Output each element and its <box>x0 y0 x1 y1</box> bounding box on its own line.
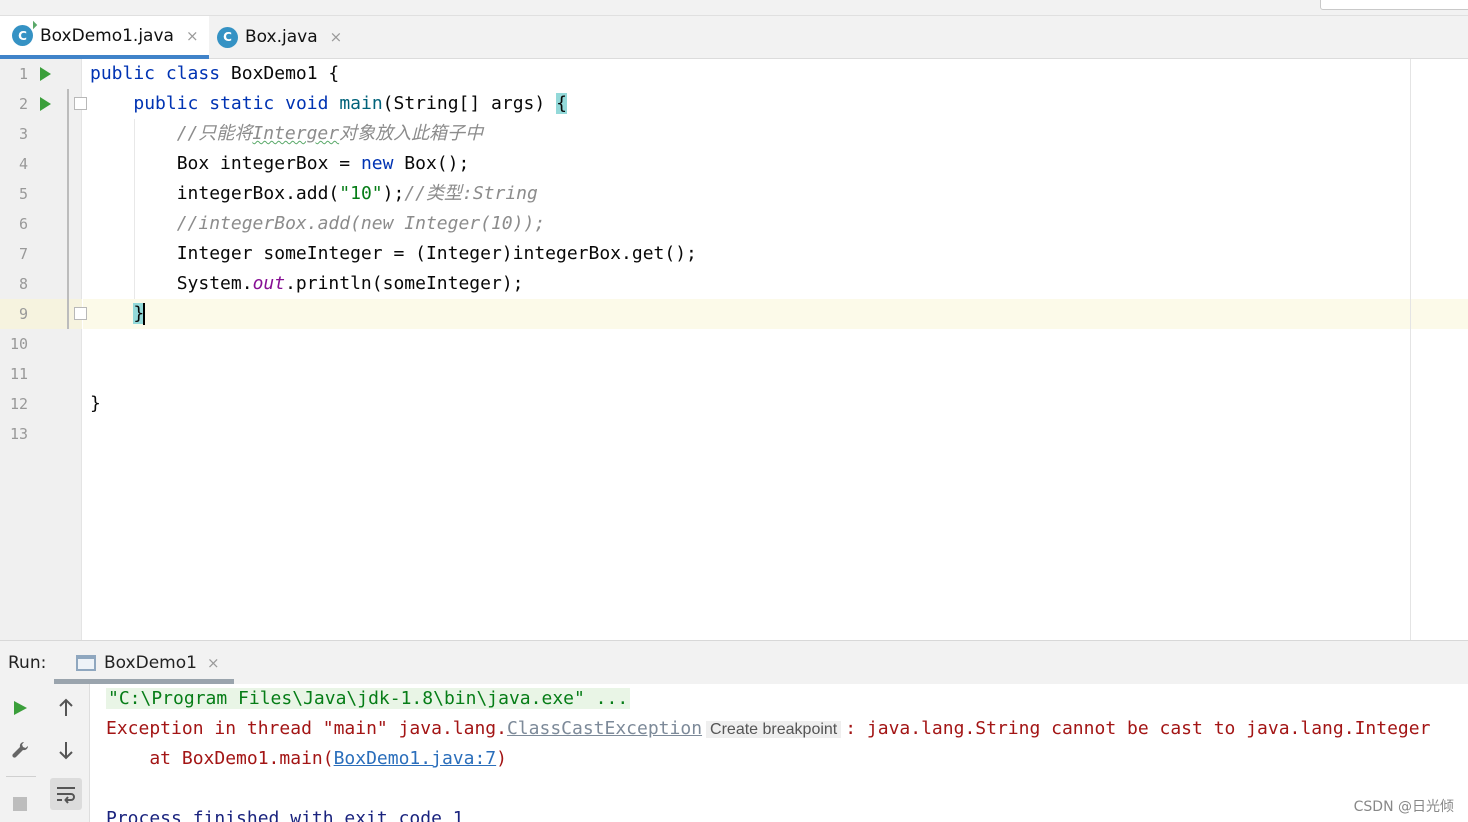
line-number: 12 <box>9 395 28 413</box>
text-caret <box>143 303 146 325</box>
line-number: 13 <box>9 425 28 443</box>
source-location-link[interactable]: BoxDemo1.java:7 <box>334 748 497 769</box>
console-stacktrace-line: at BoxDemo1.main(BoxDemo1.java:7) <box>106 748 507 769</box>
play-icon <box>14 701 27 715</box>
console-exception-line: Exception in thread "main" java.lang.Cla… <box>106 718 1431 739</box>
stop-icon <box>13 797 27 811</box>
fold-end-icon[interactable] <box>74 307 87 320</box>
line-number: 3 <box>18 125 28 143</box>
code-line-2: public static void main(String[] args) { <box>133 93 567 114</box>
run-tab-label: BoxDemo1 <box>104 653 197 673</box>
fold-toggle-icon[interactable] <box>74 97 87 110</box>
code-line-1: public class BoxDemo1 { <box>90 63 340 84</box>
arrow-down-icon <box>59 742 73 760</box>
arrow-up-icon <box>59 698 73 716</box>
scroll-up-button[interactable] <box>52 694 80 722</box>
create-breakpoint-link[interactable]: Create breakpoint <box>706 721 842 738</box>
watermark: CSDN @日光倾 <box>1353 799 1454 815</box>
fold-range-line <box>67 89 69 329</box>
exception-class-link[interactable]: ClassCastException <box>507 718 702 739</box>
line-number: 2 <box>18 95 28 113</box>
run-class-icon[interactable] <box>40 67 51 81</box>
run-toolbar <box>0 684 90 822</box>
run-label: Run: <box>8 653 47 673</box>
run-marker-icon <box>28 20 38 30</box>
line-number: 9 <box>18 305 28 323</box>
console-exit-line: Process finished with exit code 1 <box>106 808 464 822</box>
line-number: 10 <box>9 335 28 353</box>
close-tab-icon[interactable]: × <box>186 27 199 45</box>
close-tab-icon[interactable]: × <box>330 28 343 46</box>
code-line-5: integerBox.add("10");//类型:String <box>176 183 538 204</box>
line-number: 11 <box>9 365 28 383</box>
line-number: 7 <box>18 245 28 263</box>
console-command-line: "C:\Program Files\Java\jdk-1.8\bin\java.… <box>106 688 631 709</box>
typo-highlight: Interger <box>252 123 340 144</box>
right-margin-guide <box>1410 59 1411 640</box>
tab-label: Box.java <box>245 27 318 47</box>
code-editor[interactable]: 1 2 3 4 5 6 7 8 9 10 11 12 13 public cla… <box>0 59 1468 640</box>
editor-gutter: 1 2 3 4 5 6 7 8 9 10 11 12 13 <box>0 59 87 640</box>
matched-brace: { <box>556 93 567 114</box>
soft-wrap-icon <box>57 787 75 804</box>
navigation-bar <box>0 0 1468 16</box>
close-run-tab-icon[interactable]: × <box>207 654 220 672</box>
toolbar-separator <box>6 776 36 777</box>
code-line-12: } <box>90 393 101 414</box>
code-line-9: } <box>90 299 146 329</box>
caret-row-highlight <box>83 299 1468 329</box>
tab-box-java[interactable]: C Box.java × <box>205 16 352 58</box>
line-number: 5 <box>18 185 28 203</box>
console-output[interactable]: "C:\Program Files\Java\jdk-1.8\bin\java.… <box>91 684 1468 822</box>
console-window-icon <box>76 655 96 671</box>
code-line-7: Integer someInteger = (Integer)integerBo… <box>176 243 697 264</box>
settings-button[interactable] <box>6 736 34 764</box>
line-number: 6 <box>18 215 28 233</box>
tab-boxdemo1-java[interactable]: C BoxDemo1.java × <box>0 16 209 59</box>
stop-button[interactable] <box>6 790 34 818</box>
code-line-4: Box integerBox = new Box(); <box>176 153 470 174</box>
tab-label: BoxDemo1.java <box>40 25 174 46</box>
java-class-icon: C <box>217 26 238 48</box>
search-field[interactable] <box>1320 0 1468 10</box>
code-line-6: //integerBox.add(new Integer(10)); <box>176 213 546 234</box>
editor-tab-bar: C BoxDemo1.java × C Box.java × <box>0 16 1468 59</box>
line-number: 4 <box>18 155 28 173</box>
code-line-8: System.out.println(someInteger); <box>176 273 524 294</box>
soft-wrap-button[interactable] <box>50 778 82 810</box>
code-line-3: //只能将Interger对象放入此箱子中 <box>176 123 484 144</box>
run-tool-window-header: Run: BoxDemo1 × <box>0 640 1468 684</box>
run-main-icon[interactable] <box>40 97 51 111</box>
line-number: 1 <box>18 65 28 83</box>
java-class-icon: C <box>12 20 38 46</box>
wrench-icon <box>12 741 29 758</box>
rerun-button[interactable] <box>6 694 34 722</box>
scroll-down-button[interactable] <box>52 736 80 764</box>
line-number: 8 <box>18 275 28 293</box>
